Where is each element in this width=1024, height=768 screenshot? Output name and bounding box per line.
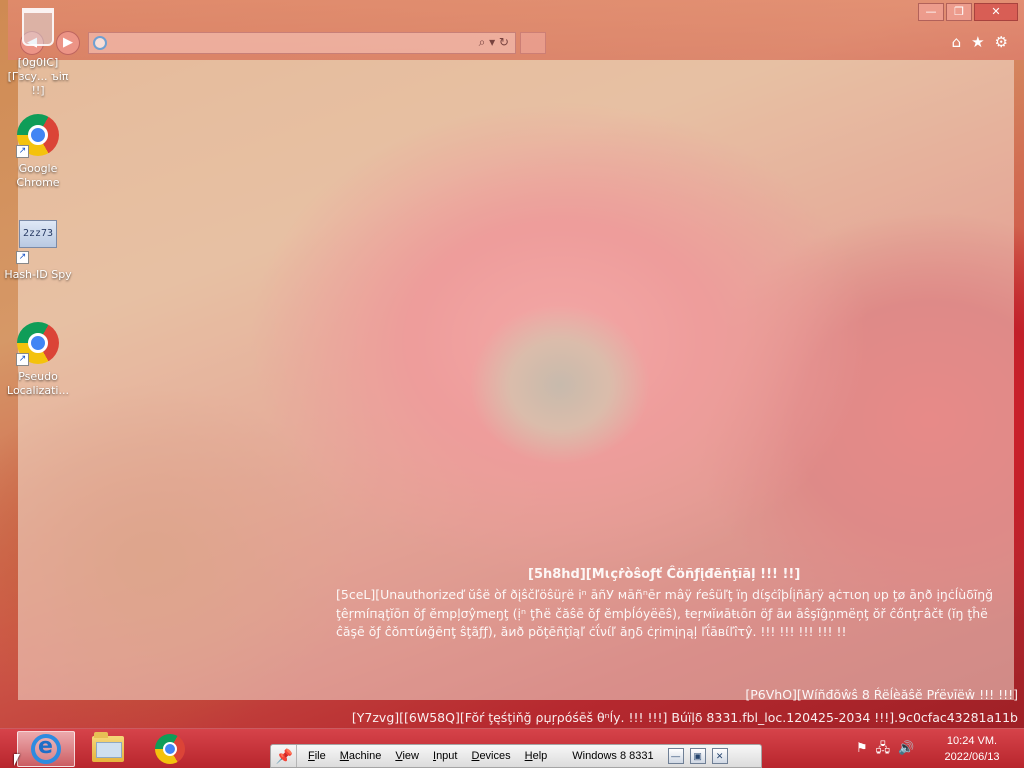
action-center-flag-icon[interactable]: ⚑	[856, 740, 868, 758]
desktop-icon-label: [0g0IC][Гзсу... ъіπ !!]	[7, 56, 69, 97]
shortcut-arrow-icon: ↗	[16, 251, 29, 264]
chrome-icon	[155, 734, 185, 764]
desktop-icon-pseudo-localization[interactable]: ↗ Pseudo Localizati...	[0, 322, 76, 398]
vm-menu-view[interactable]: View	[388, 745, 426, 767]
vm-menu-input[interactable]: Input	[426, 745, 464, 767]
shortcut-arrow-icon: ↗	[16, 145, 29, 158]
watermark-title: [5h8hd][Mɩçṙòŝoƒť Ĉöñƒįđēñţĩāļ !!! !!]	[528, 567, 801, 582]
browser-toolbar: ⌂ ★ ⚙	[952, 33, 1008, 51]
vm-restore-button[interactable]: ▣	[689, 748, 706, 764]
watermark-build: [Y7zvg][[6W58Q][Fŏŕ ţęśţіňğ ρџŗρóśēš θⁿĺ…	[351, 710, 1018, 725]
desktop-icon-google-chrome[interactable]: ↗ Google Chrome	[0, 114, 76, 190]
close-button[interactable]: ✕	[974, 3, 1018, 21]
taskbar-internet-explorer[interactable]	[17, 731, 75, 767]
address-bar[interactable]: ⌕ ▾ ↻	[88, 32, 516, 54]
vm-minimize-button[interactable]: —	[667, 748, 684, 764]
vm-menu-machine[interactable]: Machine	[333, 745, 389, 767]
system-tray: ⚑ 🖧 🔊	[856, 740, 914, 758]
desktop-icon-recycle-bin[interactable]: [0g0IC][Гзсу... ъіπ !!]	[0, 6, 76, 98]
taskbar-file-explorer[interactable]	[79, 731, 137, 767]
desktop-icon-label: Google Chrome	[16, 162, 60, 189]
hash-id-icon: 2zz73	[19, 220, 57, 248]
clock-date: 2022/06/13	[944, 751, 1000, 763]
watermark-body: [5ceL][Unauthorizeď ŭŝë òf ðįŝčľöŝüŗë іⁿ…	[336, 587, 994, 639]
shortcut-arrow-icon: ↗	[16, 353, 29, 366]
restore-button[interactable]: ❐	[946, 3, 972, 21]
folder-icon	[92, 732, 124, 762]
window-controls: — ❐ ✕	[916, 3, 1018, 21]
taskbar-clock[interactable]: 10:24 VM. 2022/06/13	[934, 733, 1010, 765]
home-icon[interactable]: ⌂	[952, 33, 962, 51]
pin-icon[interactable]: 📌	[273, 745, 297, 767]
watermark-release: [P6VhO][Wíñđõŵŝ 8 Ŕëĺèăŝĕ Pŕёνīëŵ !!! !!…	[745, 687, 1018, 702]
clock-time: 10:24 VM.	[946, 735, 998, 747]
settings-gear-icon[interactable]: ⚙	[995, 33, 1008, 51]
new-tab-button[interactable]	[520, 32, 546, 54]
volume-icon[interactable]: 🔊	[898, 740, 914, 758]
address-tools[interactable]: ⌕ ▾ ↻	[479, 35, 509, 50]
vm-menu-devices[interactable]: Devices	[464, 745, 517, 767]
taskbar-google-chrome[interactable]	[141, 731, 199, 767]
desktop-icon-label: Pseudo Localizati...	[7, 370, 69, 397]
favorites-star-icon[interactable]: ★	[971, 33, 984, 51]
recycle-bin-icon	[22, 8, 54, 46]
minimize-button[interactable]: —	[918, 3, 944, 21]
vm-close-button[interactable]: ✕	[711, 748, 728, 764]
vm-title: Windows 8 8331	[572, 750, 654, 762]
internet-explorer-icon	[31, 734, 61, 764]
vm-menu-help[interactable]: Help	[518, 745, 555, 767]
mouse-cursor-icon	[14, 754, 20, 766]
vm-menu-bar: 📌 File Machine View Input Devices Help W…	[270, 744, 762, 768]
desktop-icon-label: Hash-ID Spy	[4, 268, 72, 281]
vm-menu-file[interactable]: File	[301, 745, 333, 767]
ie-page-icon	[93, 36, 107, 50]
network-icon[interactable]: 🖧	[876, 740, 891, 758]
desktop-icon-hash-id-spy[interactable]: 2zz73 ↗ Hash-ID Spy	[0, 214, 76, 282]
